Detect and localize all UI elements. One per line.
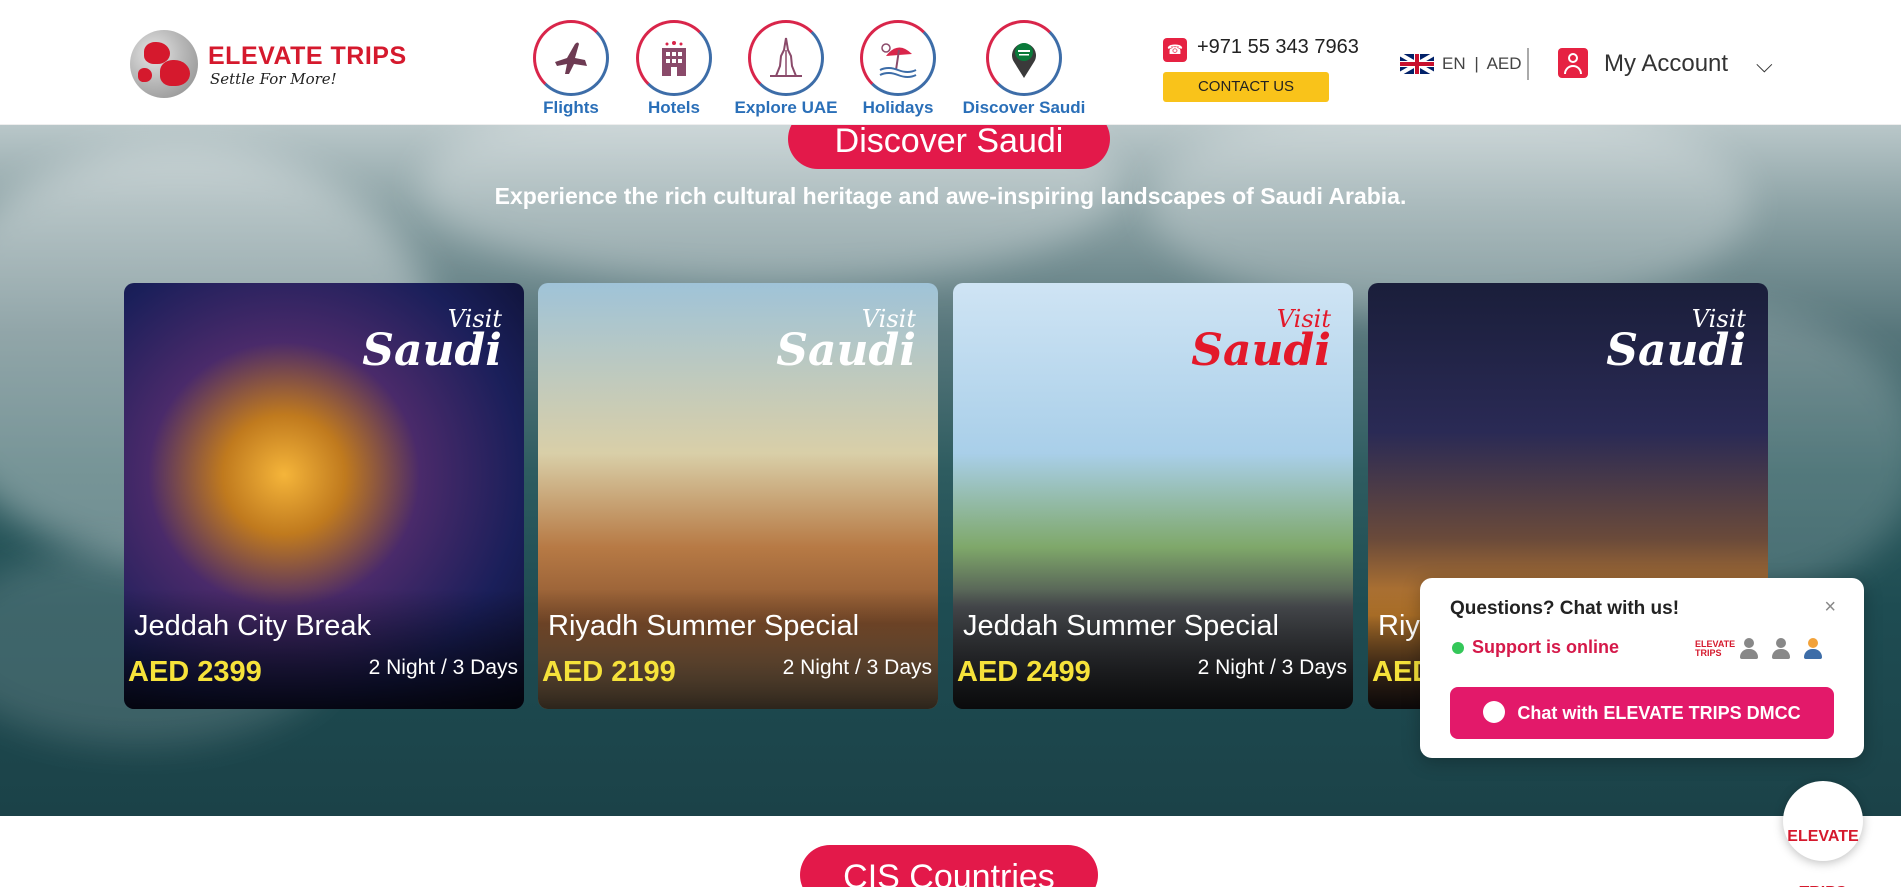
locale-text: EN | AED xyxy=(1442,54,1522,73)
phone-number: +971 55 343 7963 xyxy=(1197,36,1359,58)
brand-name: ELEVATE TRIPS xyxy=(208,42,407,70)
chat-bubble-icon xyxy=(1483,701,1506,724)
nav-label: Holidays xyxy=(862,98,934,117)
hotel-icon xyxy=(636,20,712,96)
brand-logo[interactable]: ELEVATE TRIPS Settle For More! xyxy=(130,30,406,100)
user-icon xyxy=(1558,48,1588,78)
card-duration: 2 Night / 3 Days xyxy=(368,656,518,679)
agent-avatar-icon xyxy=(1738,638,1760,660)
package-card[interactable]: Visit Saudi Jeddah City Break AED 2399 2… xyxy=(124,283,524,709)
brand-tagline: Settle For More! xyxy=(210,70,337,88)
nav-item-discover-saudi[interactable]: Discover Saudi xyxy=(959,20,1089,120)
launcher-brand-text: ELEVATETRIPS xyxy=(1787,828,1859,887)
chat-brand-mini-logo: ELEVATE TRIPS xyxy=(1695,639,1736,658)
agent-avatar-icon xyxy=(1770,638,1792,660)
card-price: AED 2499 xyxy=(957,656,1091,688)
saudi-flag-pin-icon xyxy=(986,20,1062,96)
card-title: Jeddah Summer Special xyxy=(963,610,1279,642)
visit-saudi-logo: Visit Saudi xyxy=(1191,305,1331,376)
close-icon[interactable]: × xyxy=(1824,596,1836,619)
headset-icon: ☎ xyxy=(1163,38,1187,62)
chat-launcher-button[interactable]: ELEVATETRIPS xyxy=(1783,781,1863,887)
card-price: AED 2399 xyxy=(128,656,262,688)
beach-umbrella-icon xyxy=(860,20,936,96)
chat-title: Questions? Chat with us! xyxy=(1450,598,1680,619)
online-status-icon xyxy=(1452,642,1464,654)
start-chat-label: Chat with ELEVATE TRIPS DMCC xyxy=(1517,703,1801,723)
nav-label: Explore UAE xyxy=(734,98,838,117)
visit-saudi-logo: Visit Saudi xyxy=(1606,305,1746,376)
chat-popup: Questions? Chat with us! × Support is on… xyxy=(1420,578,1864,758)
agent-avatar-icon xyxy=(1802,638,1824,660)
nav-item-hotels[interactable]: Hotels xyxy=(609,20,739,120)
account-label: My Account xyxy=(1604,50,1729,77)
next-section-title: CIS Countries xyxy=(800,845,1098,887)
visit-saudi-logo: Visit Saudi xyxy=(776,305,916,376)
burj-khalifa-icon xyxy=(748,20,824,96)
globe-icon xyxy=(130,30,198,98)
header-divider xyxy=(1527,48,1529,80)
nav-label: Discover Saudi xyxy=(962,98,1086,117)
airplane-icon xyxy=(533,20,609,96)
nav-label: Hotels xyxy=(648,98,700,117)
nav-item-explore-uae[interactable]: Explore UAE xyxy=(721,20,851,120)
package-card[interactable]: Visit Saudi Jeddah Summer Special AED 24… xyxy=(953,283,1353,709)
card-title: Riyadh Summer Special xyxy=(548,610,860,642)
card-title: Riy xyxy=(1378,610,1420,642)
card-price: AED 2199 xyxy=(542,656,676,688)
nav-item-holidays[interactable]: Holidays xyxy=(833,20,963,120)
uk-flag-icon xyxy=(1400,54,1434,74)
card-duration: 2 Night / 3 Days xyxy=(1197,656,1347,679)
card-title: Jeddah City Break xyxy=(134,610,371,642)
section-subtitle: Experience the rich cultural heritage an… xyxy=(494,183,1407,209)
contact-us-button[interactable]: CONTACT US xyxy=(1163,72,1329,102)
start-chat-button[interactable]: Chat with ELEVATE TRIPS DMCC xyxy=(1450,687,1834,739)
card-duration: 2 Night / 3 Days xyxy=(782,656,932,679)
package-card[interactable]: Visit Saudi Riyadh Summer Special AED 21… xyxy=(538,283,938,709)
section-title: Discover Saudi xyxy=(788,125,1110,169)
chat-status: Support is online xyxy=(1472,637,1619,657)
visit-saudi-logo: Visit Saudi xyxy=(362,305,502,376)
chevron-down-icon: ⌵ xyxy=(1756,52,1773,77)
site-header: ELEVATE TRIPS Settle For More! Flights H… xyxy=(0,0,1901,125)
